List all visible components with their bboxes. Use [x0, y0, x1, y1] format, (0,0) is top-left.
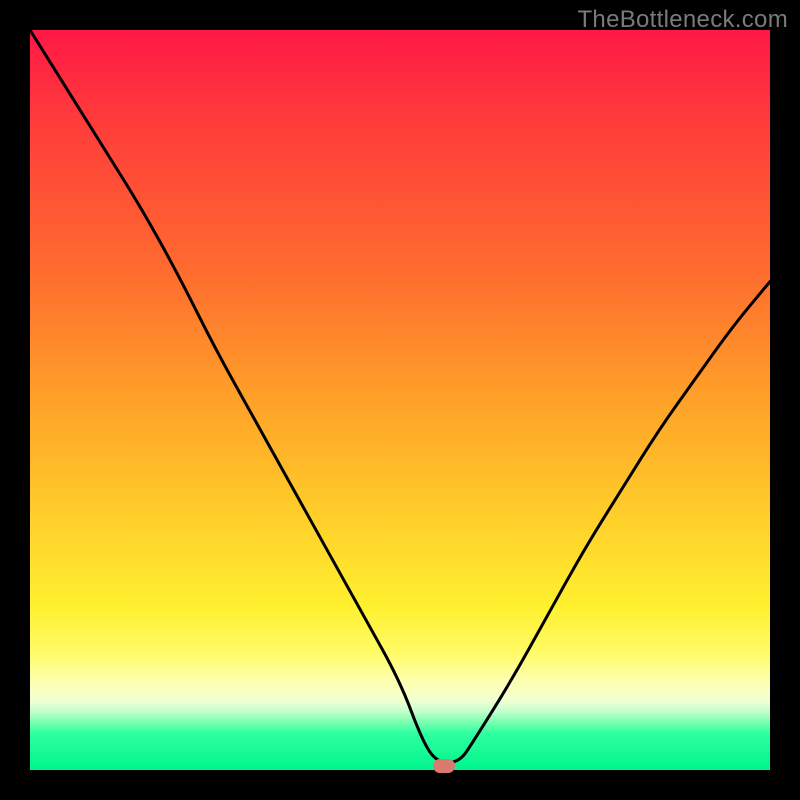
- chart-frame: TheBottleneck.com: [0, 0, 800, 800]
- bottleneck-minimum-marker: [433, 759, 455, 773]
- plot-gradient-background: [30, 30, 770, 770]
- watermark-text: TheBottleneck.com: [577, 6, 788, 34]
